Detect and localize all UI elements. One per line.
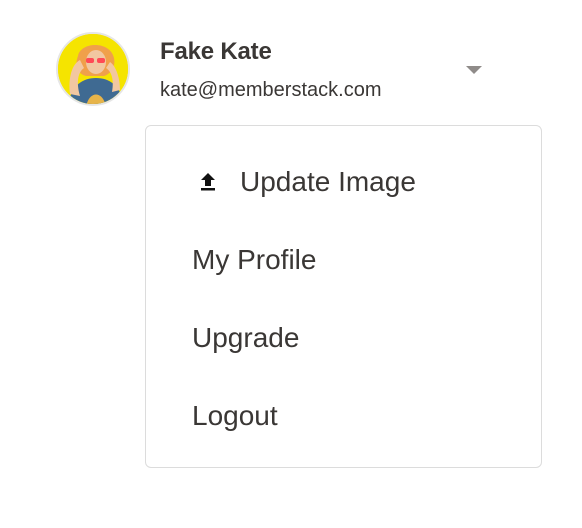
menu-item-my-profile[interactable]: My Profile [192, 236, 316, 284]
menu-item-label: Upgrade [192, 322, 300, 353]
menu-item-update-image[interactable]: Update Image [192, 158, 416, 206]
avatar[interactable] [56, 32, 130, 106]
user-name: Fake Kate [160, 38, 272, 65]
user-email: kate@memberstack.com [160, 79, 382, 101]
menu-item-label: Update Image [240, 166, 416, 197]
menu-item-label: My Profile [192, 244, 317, 275]
menu-item-logout[interactable]: Logout [192, 392, 278, 440]
avatar-image [58, 34, 128, 104]
menu-item-upgrade[interactable]: Upgrade [192, 314, 299, 362]
profile-dropdown-menu: Update Image My Profile Upgrade Logout [145, 125, 542, 468]
caret-down-icon [466, 66, 482, 74]
dropdown-toggle-button[interactable] [460, 58, 488, 82]
upload-icon [196, 170, 220, 194]
menu-item-label: Logout [192, 400, 278, 431]
profile-header: Fake Kate kate@memberstack.com [56, 32, 496, 112]
